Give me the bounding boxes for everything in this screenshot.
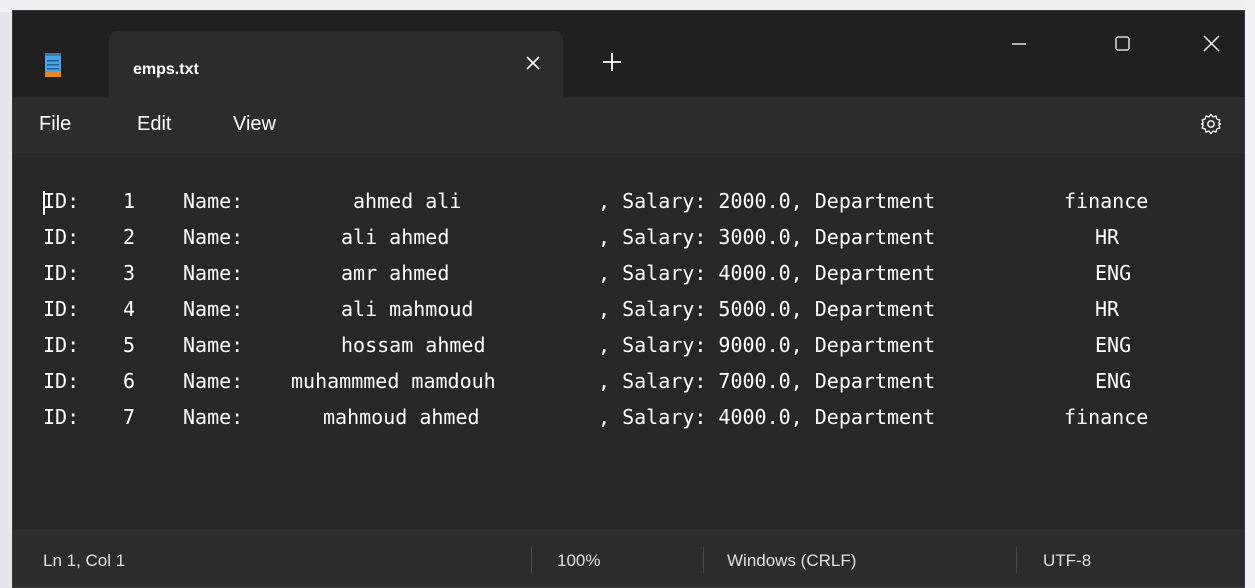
id-label: ID: [43, 189, 80, 213]
notepad-icon [45, 53, 61, 77]
name-value: ahmed ali [353, 189, 462, 213]
id-label: ID: [43, 261, 80, 285]
id-label: ID: [43, 225, 80, 249]
name-label: Name: [183, 225, 244, 249]
maximize-icon[interactable] [1099, 27, 1145, 61]
salary-text: , Salary: 5000.0, Department [598, 297, 936, 321]
name-value: hossam ahmed [341, 333, 486, 357]
name-label: Name: [183, 297, 244, 321]
cursor-position: Ln 1, Col 1 [43, 551, 126, 570]
salary-text: , Salary: 3000.0, Department [598, 225, 936, 249]
salary-text: , Salary: 4000.0, Department [598, 261, 936, 285]
text-line: ID: 4 Name: ali mahmoud , Salary: 5000.0… [43, 297, 1119, 324]
name-value: ali ahmed [341, 225, 450, 249]
background-app-edge-right [1245, 0, 1255, 588]
close-tab-icon[interactable] [521, 51, 545, 75]
id-value: 4 [123, 297, 136, 321]
status-bar: Ln 1, Col 1 100% Windows (CRLF) UTF-8 [13, 529, 1244, 587]
settings-gear-icon[interactable] [1199, 112, 1223, 136]
id-value: 6 [123, 369, 136, 393]
name-value: ali mahmoud [341, 297, 474, 321]
department-value: ENG [1095, 333, 1132, 357]
status-divider [703, 547, 704, 573]
notepad-window: emps.txt File Edit View ID: 1 Name: ahme… [12, 10, 1245, 588]
text-line: ID: 7 Name: mahmoud ahmed , Salary: 4000… [43, 405, 1148, 432]
tab-title: emps.txt [133, 61, 199, 78]
text-line: ID: 3 Name: amr ahmed , Salary: 4000.0, … [43, 261, 1131, 288]
name-label: Name: [183, 261, 244, 285]
id-label: ID: [43, 333, 80, 357]
id-value: 2 [123, 225, 136, 249]
department-value: HR [1095, 225, 1120, 249]
menu-edit[interactable]: Edit [137, 113, 171, 136]
encoding[interactable]: UTF-8 [1043, 551, 1091, 571]
name-value: muhammmed mamdouh [291, 369, 496, 393]
department-value: finance [1064, 189, 1149, 213]
salary-text: , Salary: 2000.0, Department [598, 189, 936, 213]
status-divider [531, 547, 532, 573]
id-value: 1 [123, 189, 136, 213]
text-line: ID: 1 Name: ahmed ali , Salary: 2000.0, … [43, 189, 1148, 216]
id-label: ID: [43, 297, 80, 321]
text-line: ID: 5 Name: hossam ahmed , Salary: 9000.… [43, 333, 1131, 360]
name-value: mahmoud ahmed [323, 405, 480, 429]
id-value: 5 [123, 333, 136, 357]
id-value: 7 [123, 405, 136, 429]
menu-view[interactable]: View [233, 113, 276, 136]
salary-text: , Salary: 9000.0, Department [598, 333, 936, 357]
status-divider [1016, 547, 1017, 573]
salary-text: , Salary: 7000.0, Department [598, 369, 936, 393]
salary-text: , Salary: 4000.0, Department [598, 405, 936, 429]
name-label: Name: [183, 369, 244, 393]
name-label: Name: [183, 189, 244, 213]
menu-bar: File Edit View [13, 97, 1244, 153]
id-label: ID: [43, 405, 80, 429]
name-label: Name: [183, 405, 244, 429]
minimize-icon[interactable] [995, 27, 1041, 61]
menu-file[interactable]: File [39, 113, 71, 136]
text-editor[interactable]: ID: 1 Name: ahmed ali , Salary: 2000.0, … [13, 153, 1244, 529]
text-line: ID: 6 Name: muhammmed mamdouh , Salary: … [43, 369, 1131, 396]
id-value: 3 [123, 261, 136, 285]
id-label: ID: [43, 369, 80, 393]
name-value: amr ahmed [341, 261, 450, 285]
text-line: ID: 2 Name: ali ahmed , Salary: 3000.0, … [43, 225, 1119, 252]
close-window-icon[interactable] [1188, 27, 1234, 61]
line-ending[interactable]: Windows (CRLF) [727, 551, 856, 571]
department-value: finance [1064, 405, 1149, 429]
tab-emps-txt[interactable]: emps.txt [109, 31, 563, 97]
department-value: ENG [1095, 261, 1132, 285]
zoom-level[interactable]: 100% [557, 551, 600, 571]
add-tab-icon[interactable] [601, 51, 623, 73]
name-label: Name: [183, 333, 244, 357]
department-value: HR [1095, 297, 1120, 321]
department-value: ENG [1095, 369, 1132, 393]
title-bar: emps.txt [13, 11, 1244, 97]
